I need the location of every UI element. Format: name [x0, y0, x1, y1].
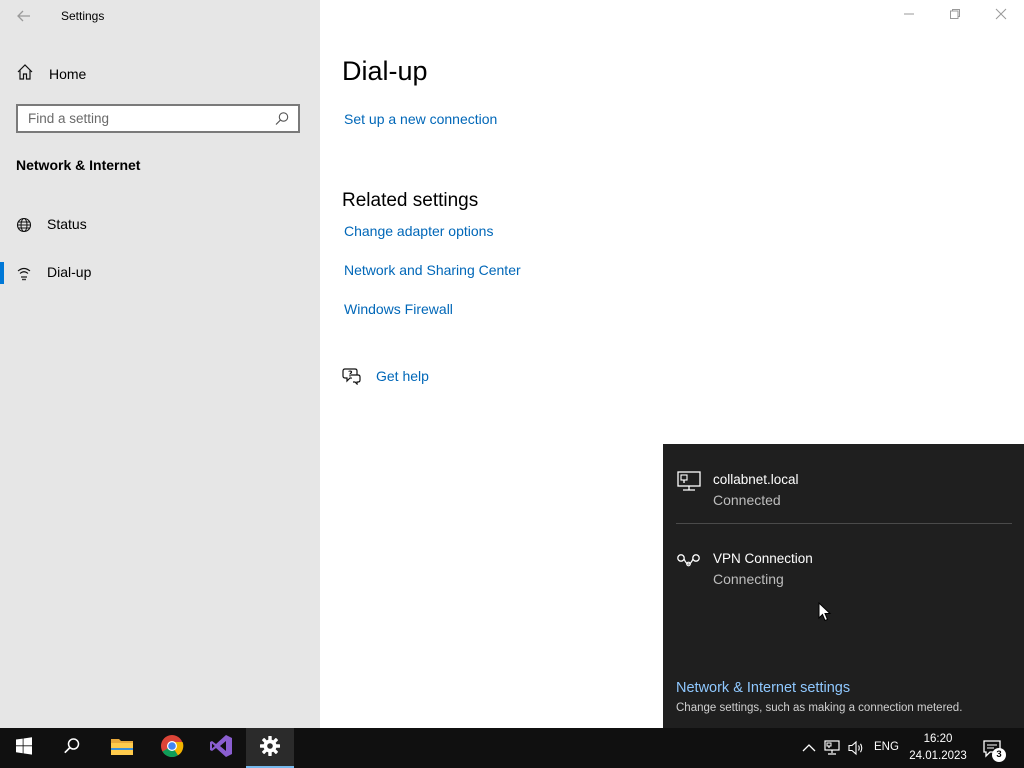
settings-sidebar: Settings Home Network & Internet Status …: [0, 0, 320, 728]
minimize-icon: [903, 7, 915, 25]
gear-icon: [259, 735, 281, 762]
network-status: Connecting: [713, 571, 784, 587]
folder-icon: [110, 736, 134, 761]
help-chat-icon: ?: [342, 367, 362, 386]
search-icon: [63, 737, 81, 760]
search-box: [16, 104, 300, 133]
search-icon[interactable]: [274, 111, 290, 127]
network-tray-icon[interactable]: [824, 740, 840, 756]
network-name: collabnet.local: [713, 472, 799, 487]
network-status: Connected: [713, 492, 781, 508]
restore-button[interactable]: [932, 0, 978, 32]
settings-taskbar-button[interactable]: [246, 728, 294, 768]
network-item-vpn[interactable]: VPN Connection Connecting: [663, 531, 1024, 601]
network-internet-settings-link[interactable]: Network & Internet settings: [676, 680, 850, 696]
visual-studio-icon: [209, 734, 233, 763]
close-button[interactable]: [978, 0, 1024, 32]
clock-date: 24.01.2023: [909, 750, 967, 762]
page-title: Dial-up: [342, 56, 428, 86]
sidebar-item-dialup[interactable]: Dial-up: [0, 256, 320, 290]
taskbar: ENG 16:20 24.01.2023 3: [0, 728, 1024, 768]
related-settings-heading: Related settings: [342, 190, 479, 211]
sidebar-home-label: Home: [49, 66, 87, 82]
app-title: Settings: [61, 9, 105, 23]
clock-time: 16:20: [923, 733, 953, 745]
windows-logo-icon: [15, 736, 33, 760]
chrome-icon: [160, 734, 184, 763]
dialup-icon: [16, 265, 32, 281]
back-arrow-icon[interactable]: [14, 6, 34, 26]
visual-studio-button[interactable]: [197, 728, 245, 768]
get-help-link[interactable]: Get help: [376, 368, 429, 384]
file-explorer-button[interactable]: [98, 728, 146, 768]
clock[interactable]: 16:20 24.01.2023: [905, 731, 971, 765]
close-icon: [995, 7, 1007, 25]
minimize-button[interactable]: [886, 0, 932, 32]
taskbar-search-button[interactable]: [48, 728, 96, 768]
show-hidden-icons-chevron-icon[interactable]: [801, 740, 817, 756]
network-sharing-center-link[interactable]: Network and Sharing Center: [344, 262, 521, 278]
ethernet-icon: [675, 470, 703, 494]
notification-count-badge: 3: [992, 748, 1006, 762]
svg-text:?: ?: [348, 370, 353, 379]
globe-icon: [16, 217, 32, 233]
search-input[interactable]: [18, 105, 274, 132]
change-adapter-options-link[interactable]: Change adapter options: [344, 223, 493, 239]
volume-icon[interactable]: [848, 740, 864, 756]
start-button[interactable]: [0, 728, 48, 768]
section-title: Network & Internet: [16, 157, 141, 173]
windows-firewall-link[interactable]: Windows Firewall: [344, 301, 453, 317]
network-item-collabnet[interactable]: collabnet.local Connected: [663, 452, 1024, 522]
network-settings-description: Change settings, such as making a connec…: [676, 702, 963, 714]
restore-icon: [949, 7, 961, 25]
sidebar-item-label: Dial-up: [47, 264, 92, 280]
sidebar-item-label: Status: [47, 216, 87, 232]
input-language-indicator[interactable]: ENG: [874, 741, 899, 753]
setup-new-connection-link[interactable]: Set up a new connection: [344, 111, 497, 127]
network-name: VPN Connection: [713, 551, 813, 566]
sidebar-item-status[interactable]: Status: [0, 208, 320, 242]
chrome-button[interactable]: [148, 728, 196, 768]
sidebar-home[interactable]: Home: [16, 63, 87, 86]
vpn-icon: [675, 549, 703, 573]
home-icon: [16, 63, 34, 86]
mouse-cursor-icon: [818, 601, 832, 622]
divider: [676, 523, 1012, 524]
network-flyout: collabnet.local Connected VPN Connection…: [663, 444, 1024, 728]
